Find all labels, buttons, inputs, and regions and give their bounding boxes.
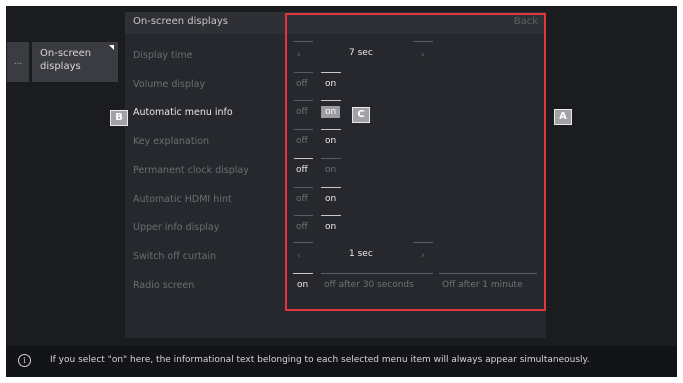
breadcrumb-on-screen-displays[interactable]: On-screen displays [32, 42, 118, 82]
info-icon: i [18, 354, 31, 367]
panel-title: On-screen displays [133, 16, 228, 27]
setting-label: Key explanation [133, 136, 210, 147]
setting-label: Volume display [133, 79, 206, 90]
setting-label: Automatic HDMI hint [133, 194, 232, 205]
annotation-frame-a [285, 13, 546, 311]
breadcrumb-label: On-screen displays [40, 48, 92, 72]
setting-label: Radio screen [133, 280, 195, 291]
setting-label: Display time [133, 50, 193, 61]
annotation-badge-a: A [554, 109, 572, 125]
annotation-badge-b: B [110, 110, 128, 126]
setting-label: Permanent clock display [133, 165, 249, 176]
setting-label: Automatic menu info [133, 107, 233, 118]
tv-screen: ... On-screen displays On-screen displays… [6, 6, 677, 377]
info-bar: i If you select "on" here, the informati… [6, 346, 677, 377]
annotation-badge-c: C [352, 107, 370, 123]
setting-label: Upper info display [133, 222, 220, 233]
info-text: If you select "on" here, the information… [50, 355, 590, 365]
corner-marker-icon [109, 45, 114, 50]
breadcrumb-more[interactable]: ... [7, 42, 29, 82]
setting-label: Switch off curtain [133, 251, 217, 262]
